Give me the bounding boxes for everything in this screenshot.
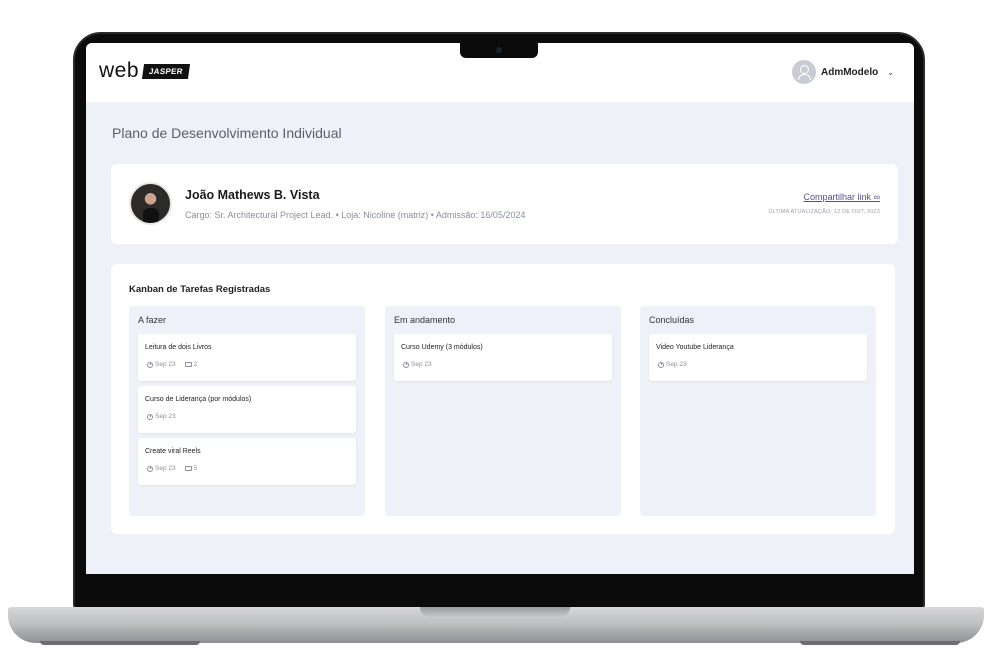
task-title: Curso Udemy (3 módulos) [401, 344, 483, 351]
laptop-foot [40, 641, 200, 645]
task-title: Leitura de dois Livros [145, 344, 212, 351]
task-date: Sep 23 [155, 413, 176, 420]
chevron-down-icon[interactable]: ⌄ [887, 68, 894, 77]
task-date: Sep 23 [155, 465, 176, 472]
column-title: A fazer [138, 315, 167, 325]
column-title: Concluídas [649, 315, 695, 325]
task-count: 5 [193, 465, 198, 472]
clock-icon [147, 465, 153, 472]
clock-icon [147, 361, 153, 368]
kanban-column-done: Concluídas Video Youtube Liderança Sep 2… [640, 306, 876, 516]
app-screen: web JASPER AdmModelo ⌄ Plano de Desenvol… [86, 43, 914, 574]
task-meta: Sep 23 [147, 413, 176, 420]
task-card[interactable]: Curso de Liderança (por módulos) Sep 23 [138, 386, 356, 433]
user-avatar-icon [792, 60, 816, 84]
kanban-column-in-progress: Em andamento Curso Udemy (3 módulos) Sep… [385, 306, 621, 516]
page-title: Plano de Desenvolvimento Individual [112, 125, 342, 141]
user-menu[interactable]: AdmModelo ⌄ [792, 60, 894, 84]
task-date: Sep 23 [666, 361, 687, 368]
task-title: Video Youtube Liderança [656, 344, 734, 351]
task-card[interactable]: Video Youtube Liderança Sep 23 [649, 334, 867, 381]
column-title: Em andamento [394, 315, 456, 325]
profile-name: João Mathews B. Vista [185, 188, 320, 202]
task-card[interactable]: Create viral Reels Sep 23 5 [138, 438, 356, 485]
laptop-hinge-notch [420, 607, 570, 617]
last-update-text: ÚLTIMA ATUALIZAÇÃO: 12 DE OUT, 2023 [768, 209, 880, 215]
task-date: Sep 23 [411, 361, 432, 368]
task-title: Curso de Liderança (por módulos) [145, 396, 252, 403]
task-card[interactable]: Leitura de dois Livros Sep 23 2 [138, 334, 356, 381]
logo[interactable]: web JASPER [99, 59, 190, 82]
profile-details: Cargo: Sr. Architectural Project Lead. •… [185, 210, 526, 220]
folder-icon [184, 362, 192, 367]
task-meta: Sep 23 [658, 361, 687, 368]
share-link-label: Compartilhar link [803, 192, 872, 202]
task-date: Sep 23 [155, 361, 176, 368]
kanban-title: Kanban de Tarefas Registradas [129, 284, 271, 295]
task-meta: Sep 23 [403, 361, 432, 368]
task-meta: Sep 23 2 [147, 361, 197, 368]
folder-icon [184, 466, 192, 471]
task-card[interactable]: Curso Udemy (3 módulos) Sep 23 [394, 334, 612, 381]
link-icon: ∞ [873, 192, 880, 202]
kanban-board: Kanban de Tarefas Registradas A fazer Le… [111, 264, 895, 534]
task-meta: Sep 23 5 [147, 465, 197, 472]
profile-photo [129, 182, 172, 225]
logo-badge: JASPER [141, 63, 190, 79]
user-name: AdmModelo [821, 66, 879, 78]
share-link-button[interactable]: Compartilhar link ∞ [804, 192, 880, 202]
clock-icon [658, 361, 664, 368]
logo-word: web [99, 59, 140, 82]
task-title: Create viral Reels [145, 448, 201, 455]
kanban-column-todo: A fazer Leitura de dois Livros Sep 23 2 … [129, 306, 365, 516]
profile-card: João Mathews B. Vista Cargo: Sr. Archite… [111, 164, 898, 244]
task-count: 2 [193, 361, 198, 368]
clock-icon [147, 413, 153, 420]
laptop-foot [800, 641, 960, 645]
clock-icon [403, 361, 409, 368]
camera-icon [496, 47, 502, 53]
camera-notch [460, 43, 538, 58]
